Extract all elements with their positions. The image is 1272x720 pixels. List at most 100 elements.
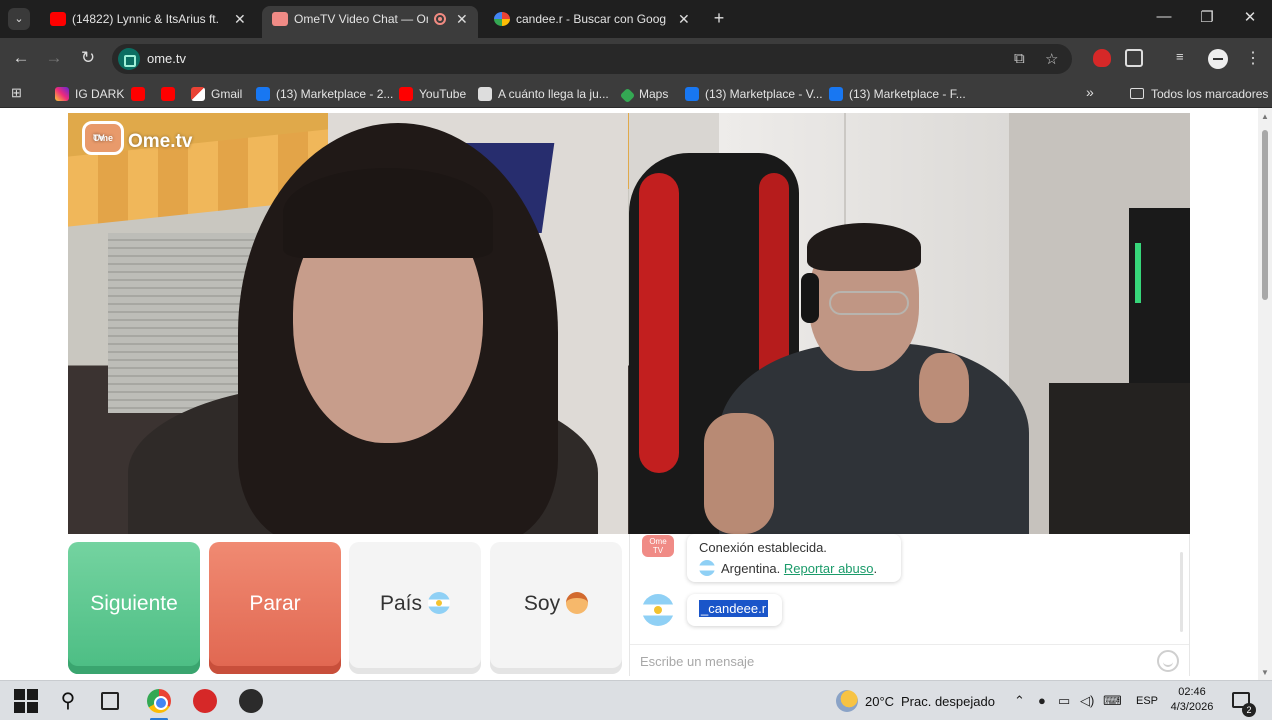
more-bookmarks-icon[interactable]: »	[1086, 84, 1094, 100]
youtube-icon	[131, 87, 145, 101]
bookmark-star-icon[interactable]: ☆	[1045, 50, 1058, 68]
ometv-logo: Ome TV Ome.tv	[82, 121, 192, 155]
gmail-icon	[191, 87, 205, 101]
language-indicator[interactable]: ESP	[1136, 695, 1158, 707]
reload-icon[interactable]: ↻	[77, 48, 99, 68]
clock[interactable]: 02:46 4/3/2026	[1168, 685, 1216, 715]
video-person	[919, 353, 969, 423]
video-person	[704, 413, 774, 534]
tab-title: OmeTV Video Chat — Ome	[294, 12, 428, 26]
apps-grid-icon[interactable]: ⊞	[11, 86, 25, 100]
bookmark-item[interactable]: Gmail	[191, 85, 242, 103]
tab-close-icon[interactable]: ✕	[234, 6, 246, 32]
video-person	[807, 223, 921, 271]
new-tab-button[interactable]: +	[709, 8, 729, 28]
chat-panel: Ome TV Conexión establecida. Argentina. R…	[629, 534, 1190, 676]
microphone-icon[interactable]: ●	[1038, 693, 1046, 708]
volume-icon[interactable]: ◁)	[1080, 693, 1094, 709]
app-icon[interactable]	[193, 689, 217, 713]
tab-ometv[interactable]: OmeTV Video Chat — Ome ✕	[262, 6, 478, 38]
gender-select-label: Soy	[523, 592, 561, 615]
boy-icon	[566, 592, 589, 614]
logo-badge-text: TV	[93, 133, 105, 143]
all-bookmarks-button[interactable]: Todos los marcadores	[1130, 85, 1268, 103]
minimize-icon[interactable]: —	[1154, 8, 1174, 25]
windows-taskbar: ⚲ 20°C Prac. despejado ⌃ ● ▭ ◁) ⌨ ESP 02…	[0, 680, 1272, 720]
gender-select-button[interactable]: Soy	[490, 542, 622, 674]
bookmark-label: (13) Marketplace - V...	[705, 87, 823, 101]
tab-google[interactable]: candee.r - Buscar con Google ✕	[484, 6, 700, 38]
message-input[interactable]	[640, 651, 1140, 671]
bookmark-item[interactable]: (13) Marketplace - 2...	[256, 85, 393, 103]
video-person	[801, 273, 819, 323]
tab-close-icon[interactable]: ✕	[456, 6, 468, 32]
tab-title: (14822) Lynnic & ItsArius ft. Lilly	[72, 12, 222, 26]
facebook-icon	[685, 87, 699, 101]
search-icon[interactable]: ⚲	[56, 689, 80, 713]
close-window-icon[interactable]: ✕	[1240, 8, 1260, 26]
facebook-icon	[829, 87, 843, 101]
all-bookmarks-label: Todos los marcadores	[1151, 87, 1269, 101]
address-bar[interactable]: ome.tv ⧉ ☆	[112, 44, 1072, 74]
scroll-up-icon[interactable]: ▲	[1261, 112, 1269, 121]
tab-title: candee.r - Buscar con Google	[516, 12, 666, 26]
scroll-down-icon[interactable]: ▼	[1261, 668, 1269, 677]
avatar-text: Ome	[649, 537, 667, 546]
task-view-icon[interactable]	[101, 692, 119, 710]
tab-close-icon[interactable]: ✕	[678, 6, 690, 32]
restore-icon[interactable]: ❐	[1197, 8, 1217, 26]
bookmark-label: (13) Marketplace - 2...	[276, 87, 394, 101]
profile-avatar[interactable]	[1208, 49, 1228, 69]
folder-icon	[1130, 88, 1144, 99]
bookmark-item[interactable]: Maps	[619, 85, 668, 104]
bookmark-item[interactable]	[131, 85, 151, 103]
keyboard-icon[interactable]: ⌨	[1103, 693, 1122, 709]
obs-icon[interactable]	[239, 689, 263, 713]
country-filter-label: País	[379, 592, 423, 615]
emoji-icon[interactable]	[1157, 650, 1179, 672]
weather-icon[interactable]	[836, 690, 858, 712]
selected-text[interactable]: _candeee.r	[699, 600, 769, 617]
bookmark-item[interactable]: A cuánto llega la ju...	[478, 85, 609, 103]
bookmark-item[interactable]	[161, 85, 181, 103]
bookmark-item[interactable]: IG DARK	[55, 85, 124, 103]
chevron-up-icon[interactable]: ⌃	[1014, 693, 1025, 709]
install-app-icon[interactable]: ⧉	[1014, 50, 1025, 67]
page-scrollbar[interactable]: ▲ ▼	[1258, 108, 1272, 680]
extensions-puzzle-icon[interactable]	[1125, 49, 1143, 67]
video-background	[1049, 383, 1190, 534]
tab-strip: ⌄ (14822) Lynnic & ItsArius ft. Lilly ✕ …	[0, 0, 1272, 38]
report-abuse-link[interactable]: Reportar abuso	[784, 561, 874, 576]
forward-icon[interactable]: →	[43, 48, 65, 68]
weather-temp[interactable]: 20°C	[865, 694, 894, 709]
argentina-flag-icon	[699, 560, 715, 576]
stop-button[interactable]: Parar	[209, 542, 341, 674]
network-icon[interactable]: ▭	[1058, 693, 1070, 709]
tab-search-button[interactable]: ⌄	[8, 8, 30, 30]
chat-scrollbar[interactable]	[1180, 552, 1183, 632]
bookmark-item[interactable]: (13) Marketplace - V...	[685, 85, 823, 103]
next-button[interactable]: Siguiente	[68, 542, 200, 674]
self-video	[629, 113, 1190, 534]
scrollbar-thumb[interactable]	[1262, 130, 1268, 300]
bookmark-label: (13) Marketplace - F...	[849, 87, 966, 101]
url-text[interactable]: ome.tv	[147, 51, 186, 66]
bookmark-item[interactable]: (13) Marketplace - F...	[829, 85, 966, 103]
notification-count: 2	[1242, 703, 1256, 717]
weather-desc[interactable]: Prac. despejado	[901, 694, 995, 709]
bookmark-item[interactable]: YouTube	[399, 85, 466, 103]
tab-youtube[interactable]: (14822) Lynnic & ItsArius ft. Lilly ✕	[40, 6, 256, 38]
menu-kebab-icon[interactable]: ⋮	[1245, 48, 1261, 68]
extension-icon[interactable]	[1093, 49, 1111, 67]
video-background	[639, 173, 679, 473]
media-controls-icon[interactable]: ≡	[1176, 49, 1194, 67]
chrome-icon[interactable]	[147, 689, 171, 713]
windows-start-icon[interactable]	[14, 689, 38, 713]
globe-icon	[478, 87, 492, 101]
clock-date: 4/3/2026	[1170, 701, 1214, 713]
bookmark-label: IG DARK	[75, 87, 125, 101]
country-filter-button[interactable]: País	[349, 542, 481, 674]
back-icon[interactable]: ←	[10, 48, 32, 68]
bookmark-label: YouTube	[419, 87, 467, 101]
site-info-icon[interactable]	[118, 48, 140, 70]
